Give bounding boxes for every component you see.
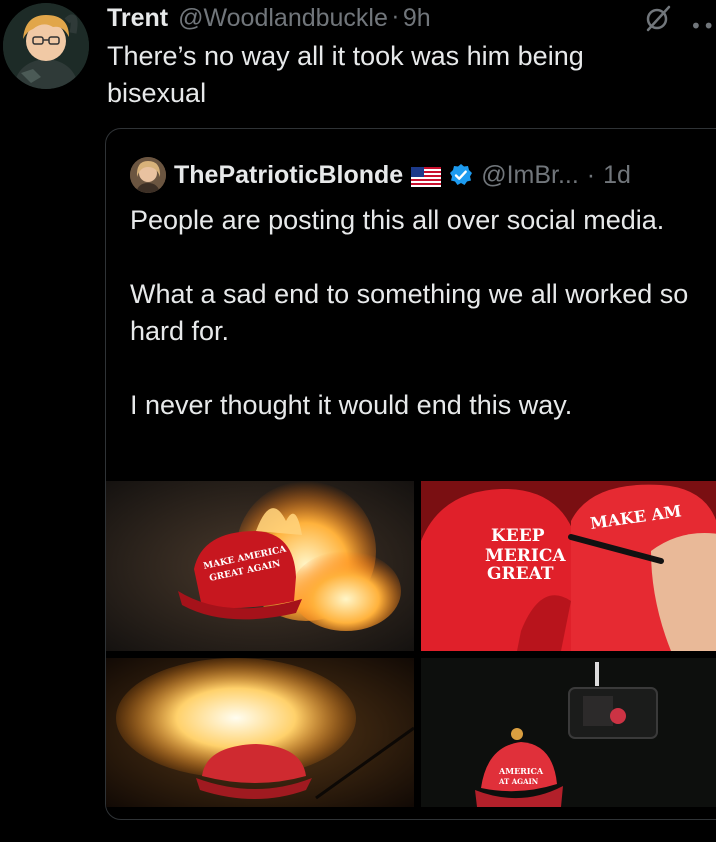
media-image-hat-night[interactable]: AMERICA AT AGAIN (421, 658, 716, 807)
tweet-text: There’s no way all it took was him being… (107, 41, 584, 108)
quote-header: ThePatrioticBlonde @ImBr... · 1d (130, 157, 631, 193)
quote-author-handle[interactable]: @ImBr... (481, 161, 579, 190)
quote-author-name[interactable]: ThePatrioticBlonde (174, 161, 403, 190)
author-handle[interactable]: @Woodlandbuckle (178, 4, 388, 33)
quoted-tweet[interactable]: ThePatrioticBlonde @ImBr... · 1d People … (105, 128, 716, 820)
post-timestamp[interactable]: 9h (403, 4, 431, 33)
hat-caption: GREAT (487, 564, 554, 584)
us-flag-icon (411, 165, 442, 187)
separator-dot: · (391, 5, 399, 31)
tweet-header: Trent @Woodlandbuckle · 9h (107, 2, 431, 34)
quote-paragraph: I never thought it would end this way. (130, 390, 573, 420)
hat-caption: AMERICA (498, 766, 544, 776)
author-avatar[interactable] (3, 3, 89, 89)
quote-text: People are posting this all over social … (130, 202, 716, 461)
media-image-burning-hat[interactable]: MAKE AMERICA GREAT AGAIN (106, 481, 414, 651)
hat-caption: MERICA (485, 546, 566, 566)
hat-caption: KEEP (491, 526, 545, 546)
quote-author-avatar[interactable] (130, 157, 166, 193)
quote-paragraph: What a sad end to something we all worke… (130, 279, 689, 346)
media-image-hats-closeup[interactable]: KEEP MERICA GREAT MAKE AM (421, 481, 716, 651)
media-grid: MAKE AMERICA GREAT AGAIN KEEP MERICA GRE… (106, 481, 716, 807)
author-name[interactable]: Trent (107, 4, 168, 33)
quote-timestamp[interactable]: 1d (603, 161, 631, 190)
more-icon[interactable]: •• (690, 14, 716, 38)
verified-badge-icon (449, 163, 473, 187)
grok-icon[interactable] (644, 4, 672, 32)
media-image-flaming-hat[interactable] (106, 658, 414, 807)
hat-caption: AT AGAIN (498, 777, 539, 786)
tweet[interactable]: Trent @Woodlandbuckle · 9h •• There’s no… (0, 0, 716, 842)
separator-dot: · (586, 160, 596, 189)
quote-paragraph: People are posting this all over social … (130, 205, 665, 235)
